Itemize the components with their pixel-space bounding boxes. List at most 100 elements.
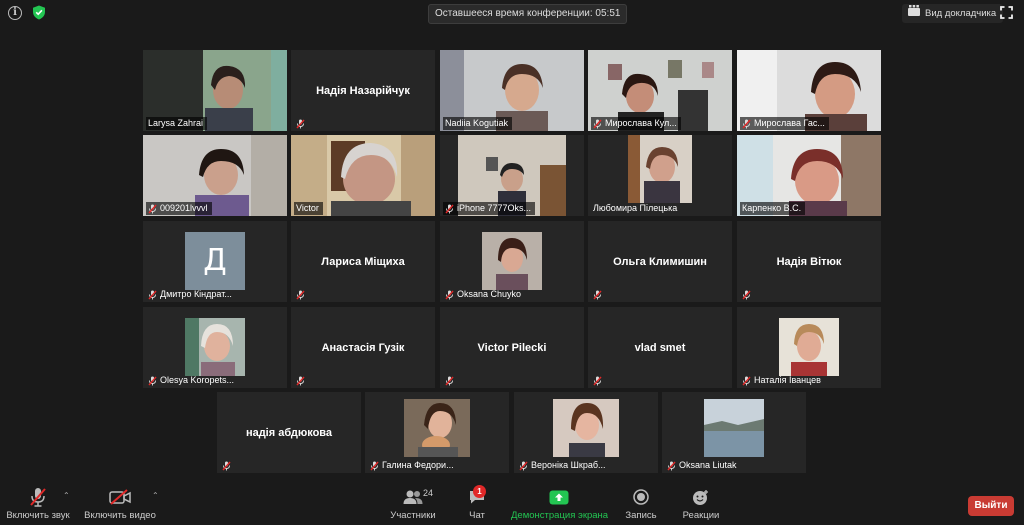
participant-tile[interactable]: Карпенко В.С. [737, 135, 881, 216]
muted-mic-icon [742, 290, 751, 299]
participant-tile[interactable]: vlad smet [588, 307, 732, 388]
participant-status [740, 288, 755, 301]
speaker-view-button[interactable]: Вид докладчика [902, 4, 1004, 23]
participant-display-name: надія абдюкова [245, 426, 333, 439]
muted-mic-icon [593, 290, 602, 299]
participant-tile[interactable]: Галина Федори... [365, 392, 509, 473]
participant-display-name: Лариса Міщиха [321, 255, 405, 268]
muted-mic-icon [296, 290, 305, 299]
reactions-smiley-icon [693, 489, 708, 505]
meeting-toolbar: Включить звук ⌃ Включить видео ⌃ 24 Учас… [0, 485, 1024, 525]
participants-button[interactable]: 24 Участники [390, 487, 436, 521]
participant-name-label: Вероніка Шкраб... [517, 459, 609, 472]
participant-tile[interactable]: iPhone 7777Oks... [440, 135, 584, 216]
profile-photo [553, 399, 619, 457]
share-label: Демонстрация экрана [511, 510, 609, 521]
participant-name-label: Любомира Пілецька [593, 203, 678, 213]
participant-name-label: Наталія Іванцев [740, 374, 825, 387]
muted-mic-icon [593, 376, 602, 385]
chat-unread-badge: 1 [473, 485, 486, 498]
participant-tile[interactable]: 009201lvvvl [143, 135, 287, 216]
participant-name-label: Мирослава Кул... [591, 117, 681, 130]
muted-mic-icon [519, 461, 528, 470]
participant-name-label: Мирослава Гас... [740, 117, 829, 130]
participant-tile[interactable]: Лариса Міщиха [291, 221, 435, 302]
participant-tile[interactable]: надія абдюкова [217, 392, 361, 473]
view-grid-icon [908, 4, 920, 23]
participants-icon [403, 490, 423, 504]
muted-mic-icon [148, 290, 157, 299]
participant-name-label: Oksana Liutak [665, 459, 741, 472]
reactions-label: Реакции [682, 510, 720, 521]
chat-button[interactable]: 1 Чат [462, 485, 492, 521]
participant-tile[interactable]: Larysa Zahrai [143, 50, 287, 131]
participant-name-label: Olesya Koropets... [146, 374, 238, 387]
participant-name-label: Larysa Zahrai [146, 117, 208, 130]
participant-tile[interactable]: Д Дмитро Кіндрат... [143, 221, 287, 302]
participant-status [294, 117, 309, 130]
view-label: Вид докладчика [925, 8, 997, 19]
participant-tile[interactable]: Olesya Koropets... [143, 307, 287, 388]
participant-name-label: 009201lvvvl [146, 202, 212, 215]
participant-tile[interactable]: Мирослава Кул... [588, 50, 732, 131]
participant-display-name: Victor Pilecki [477, 341, 547, 354]
profile-photo [704, 399, 764, 457]
participant-tile[interactable]: Мирослава Гас... [737, 50, 881, 131]
participants-label: Участники [390, 510, 436, 521]
participant-name-label: Nadiia Kogutiak [443, 117, 513, 130]
participant-tile-active-speaker[interactable]: Victor [291, 135, 435, 216]
video-label: Включить видео [84, 510, 156, 521]
participant-tile[interactable]: Любомира Пілецька [588, 135, 732, 216]
meeting-info-icon[interactable]: i [8, 6, 22, 20]
share-screen-icon [549, 490, 569, 504]
unmute-audio-button[interactable]: Включить звук [6, 487, 70, 521]
participant-status [591, 288, 606, 301]
participant-status [443, 374, 458, 387]
participant-tile[interactable]: Ольга Климишин [588, 221, 732, 302]
participant-name-label: Галина Федори... [368, 459, 458, 472]
profile-photo [404, 399, 470, 457]
security-shield-icon[interactable] [32, 5, 46, 25]
start-video-button[interactable]: Включить видео [84, 487, 156, 521]
audio-options-caret-icon[interactable]: ⌃ [63, 491, 70, 500]
participant-tile[interactable]: Nadiia Kogutiak [440, 50, 584, 131]
participant-tile[interactable]: Анастасія Гузік [291, 307, 435, 388]
muted-microphone-icon [30, 488, 46, 507]
participant-name-label: iPhone 7777Oks... [443, 202, 536, 215]
muted-mic-icon [667, 461, 676, 470]
participant-tile[interactable]: Наталія Іванцев [737, 307, 881, 388]
letter-avatar: Д [185, 232, 245, 290]
reactions-button[interactable]: Реакции [681, 487, 721, 521]
profile-photo [482, 232, 542, 290]
participant-tile[interactable]: Oksana Chuyko [440, 221, 584, 302]
fullscreen-icon[interactable] [1000, 6, 1013, 24]
participant-status [220, 459, 235, 472]
video-options-caret-icon[interactable]: ⌃ [152, 491, 159, 500]
participant-status [294, 288, 309, 301]
record-button[interactable]: Запись [622, 487, 660, 521]
share-screen-button[interactable]: Демонстрация экрана [511, 487, 609, 521]
participant-name-label: Oksana Chuyko [443, 288, 525, 301]
participant-display-name: Надія Назарійчук [316, 84, 410, 97]
leave-meeting-button[interactable]: Выйти [968, 496, 1014, 516]
participant-display-name: Ольга Климишин [613, 255, 707, 268]
muted-mic-icon [593, 119, 602, 128]
muted-mic-icon [445, 290, 454, 299]
participant-tile[interactable]: Надія Вітюк [737, 221, 881, 302]
participant-name-label: Victor [294, 202, 323, 215]
participant-tile[interactable]: Вероніка Шкраб... [514, 392, 658, 473]
participant-tile[interactable]: Надія Назарійчук [291, 50, 435, 131]
participant-status [591, 374, 606, 387]
participant-tile[interactable]: Victor Pilecki [440, 307, 584, 388]
participant-name-label: Карпенко В.С. [740, 202, 806, 215]
meeting-timer: Оставшееся время конференции: 05:51 [428, 4, 628, 24]
participant-tile[interactable]: Oksana Liutak [662, 392, 806, 473]
audio-label: Включить звук [6, 510, 70, 521]
participant-status [294, 374, 309, 387]
participants-count: 24 [423, 488, 434, 498]
muted-mic-icon [742, 376, 751, 385]
muted-mic-icon [296, 119, 305, 128]
muted-mic-icon [445, 376, 454, 385]
profile-photo [185, 318, 245, 376]
record-icon [633, 489, 649, 505]
